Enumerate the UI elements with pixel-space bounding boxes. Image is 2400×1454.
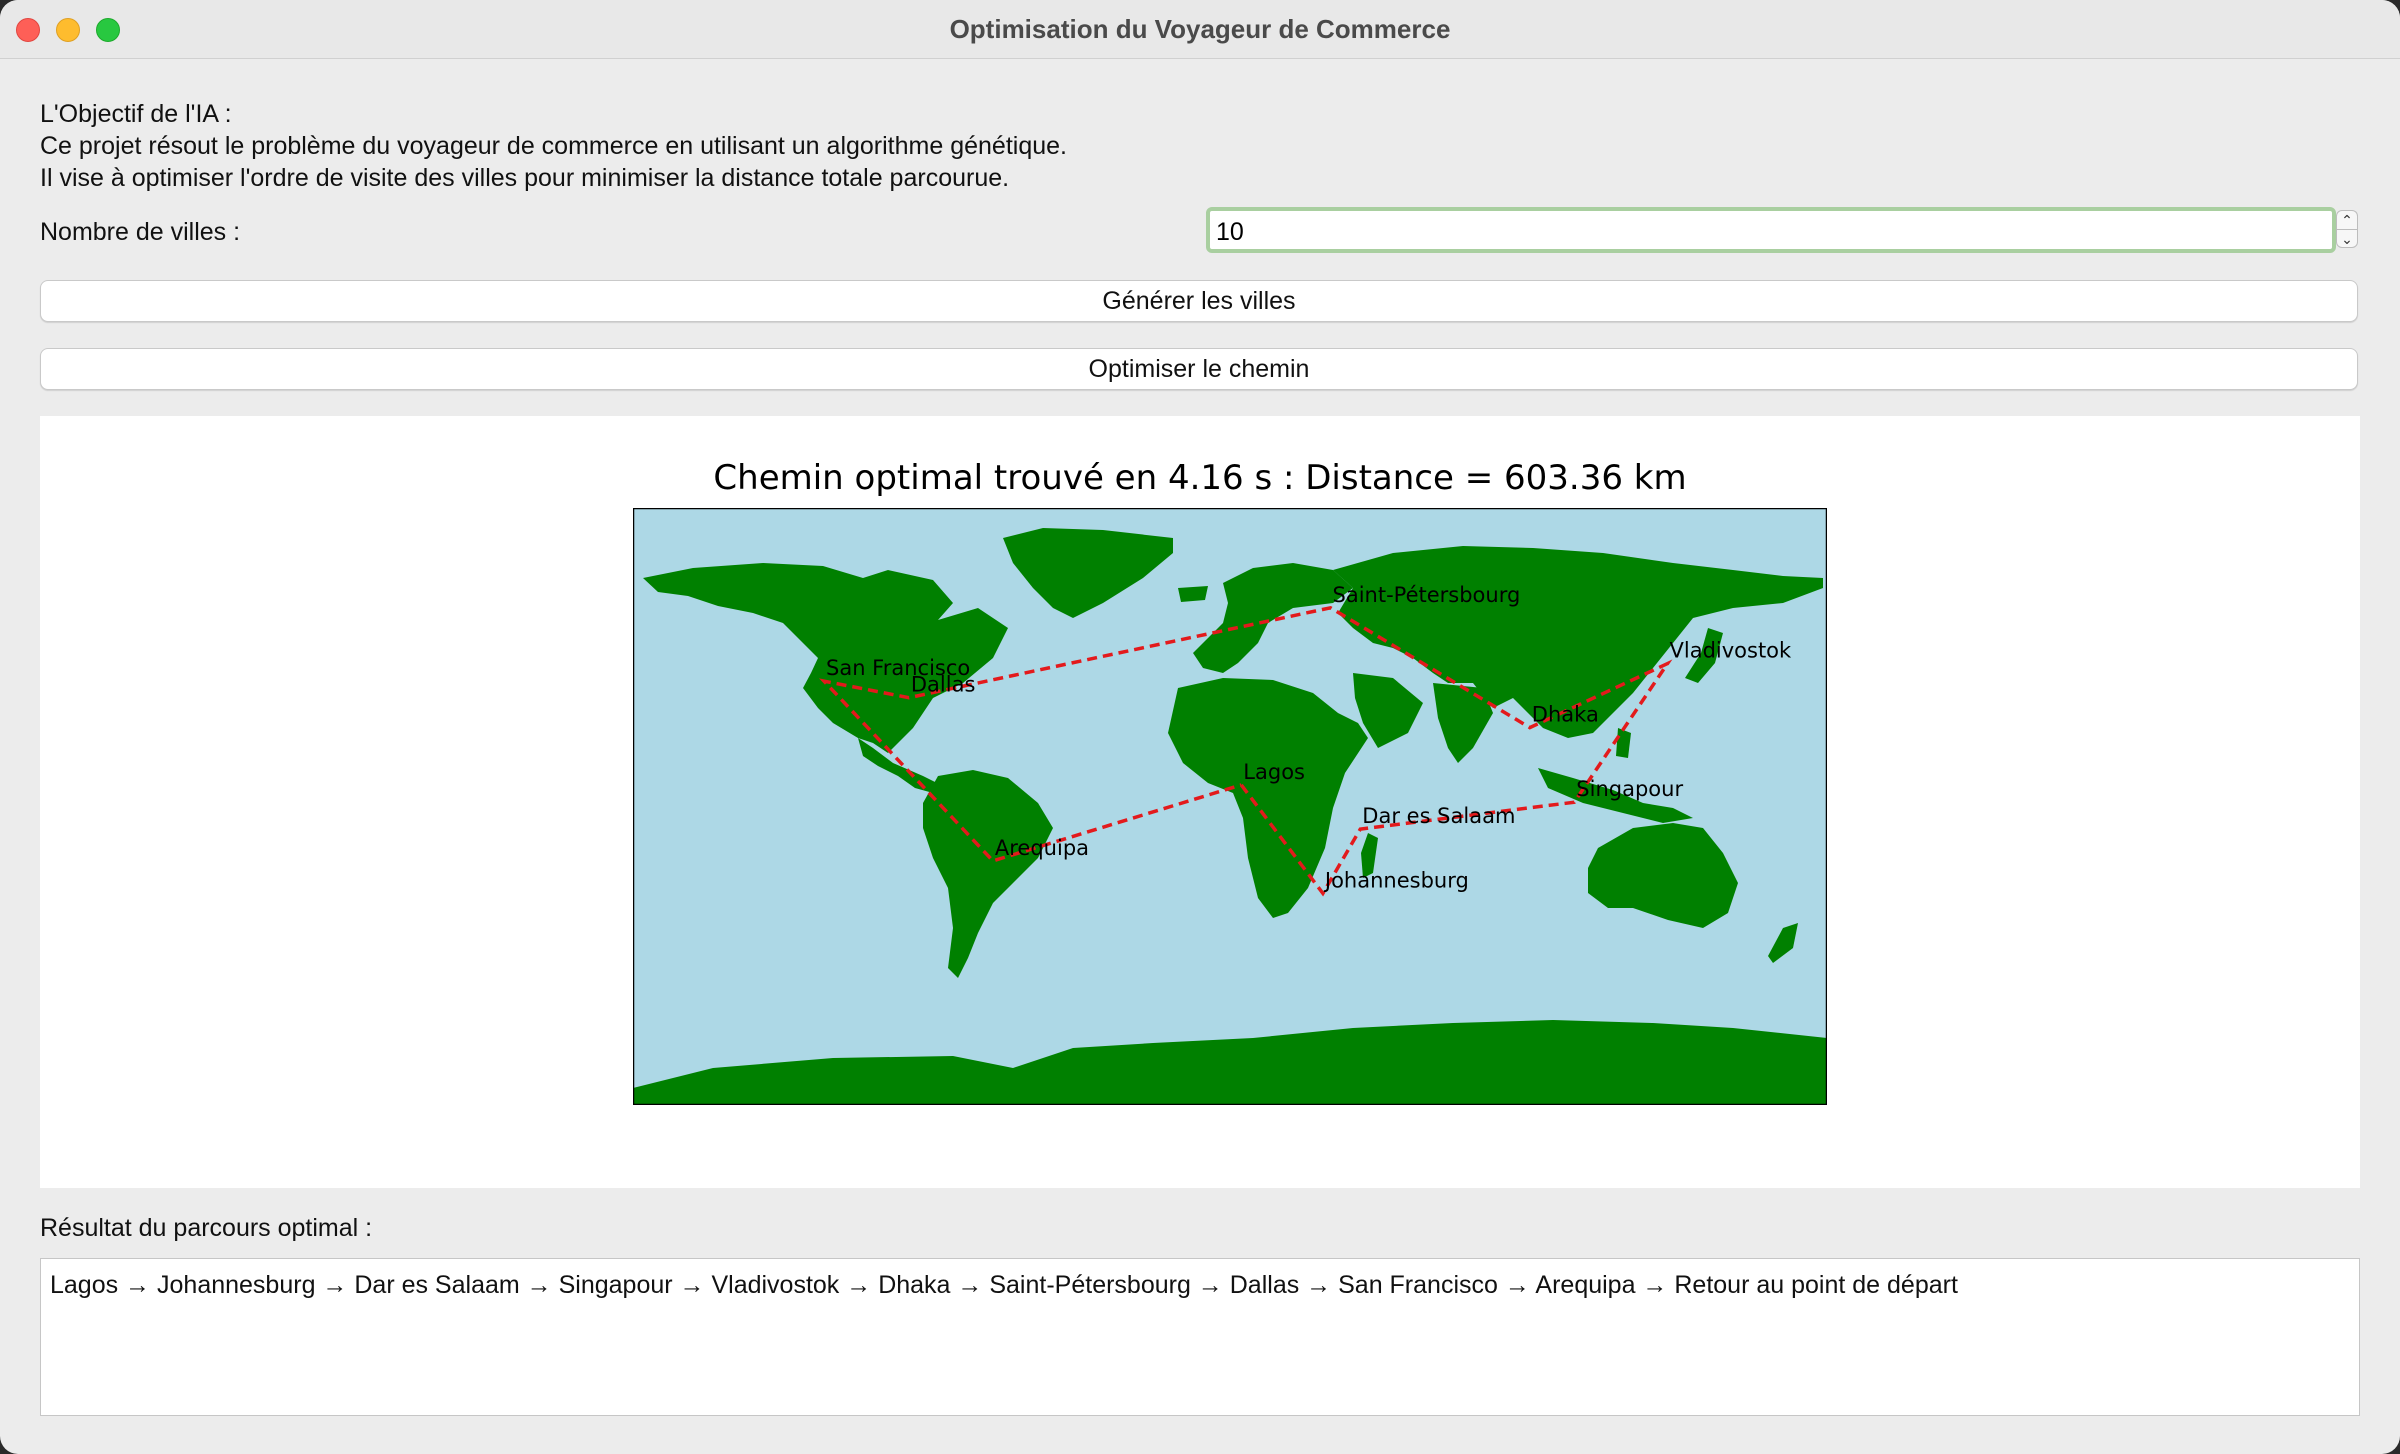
world-map: San FranciscoDallasSaint-PétersbourgVlad… (633, 508, 1827, 1105)
city-label: Vladivostok (1670, 639, 1793, 663)
optimize-path-button[interactable]: Optimiser le chemin (40, 348, 2358, 390)
city-label: Dhaka (1532, 703, 1599, 727)
city-label: Johannesburg (1323, 868, 1469, 892)
stepper-down-icon[interactable]: ⌄ (2336, 229, 2358, 248)
intro-line-2: Il vise à optimiser l'ordre de visite de… (40, 164, 1010, 192)
city-label: Arequipa (995, 836, 1089, 860)
city-label: Singapour (1576, 777, 1683, 801)
chart-title: Chemin optimal trouvé en 4.16 s : Distan… (713, 458, 1687, 498)
city-label: Saint-Pétersbourg (1333, 583, 1521, 607)
intro-description: L'Objectif de l'IA : Ce projet résout le… (40, 98, 1067, 194)
map-plot-area: Chemin optimal trouvé en 4.16 s : Distan… (40, 416, 2360, 1188)
city-label: Dar es Salaam (1362, 804, 1515, 828)
intro-line-1: Ce projet résout le problème du voyageur… (40, 132, 1067, 160)
cities-count-stepper[interactable]: ⌃ ⌄ (2336, 210, 2358, 250)
result-label: Résultat du parcours optimal : (40, 1214, 373, 1242)
landmass-iceland (1178, 586, 1208, 602)
intro-heading: L'Objectif de l'IA : (40, 100, 232, 128)
app-window: Optimisation du Voyageur de Commerce L'O… (0, 0, 2400, 1454)
generate-cities-button[interactable]: Générer les villes (40, 280, 2358, 322)
window-title: Optimisation du Voyageur de Commerce (949, 14, 1451, 44)
cities-count-label: Nombre de villes : (40, 218, 241, 246)
stepper-up-icon[interactable]: ⌃ (2336, 210, 2358, 229)
cities-count-input[interactable]: 10 (1206, 207, 2336, 253)
city-label: Dallas (911, 673, 976, 697)
title-bar: Optimisation du Voyageur de Commerce (0, 0, 2400, 59)
result-textarea[interactable]: Lagos → Johannesburg → Dar es Salaam → S… (40, 1258, 2360, 1416)
city-label: Lagos (1243, 760, 1305, 784)
